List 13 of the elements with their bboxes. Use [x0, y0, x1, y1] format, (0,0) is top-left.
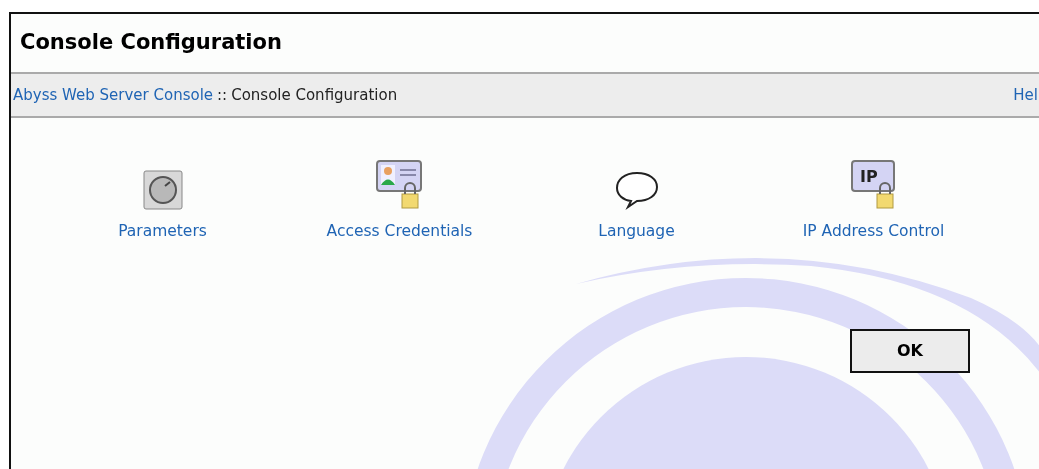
- option-link[interactable]: Language: [598, 220, 675, 244]
- help-link[interactable]: Hel: [1013, 83, 1038, 107]
- breadcrumb-link[interactable]: Abyss Web Server Console: [13, 83, 214, 107]
- option-link[interactable]: Access Credentials: [326, 220, 473, 244]
- option-link[interactable]: Parameters: [118, 220, 207, 244]
- breadcrumb-separator: ::: [217, 84, 228, 106]
- ok-button[interactable]: OK: [850, 329, 970, 374]
- knob-icon[interactable]: [142, 170, 183, 210]
- option-link[interactable]: IP Address Control: [802, 220, 945, 244]
- page-title: Console Configuration: [19, 29, 283, 57]
- speech-bubble-icon[interactable]: [613, 170, 660, 210]
- id-card-with-padlock-icon[interactable]: [375, 160, 424, 210]
- breadcrumb-current: Console Configuration: [231, 84, 398, 106]
